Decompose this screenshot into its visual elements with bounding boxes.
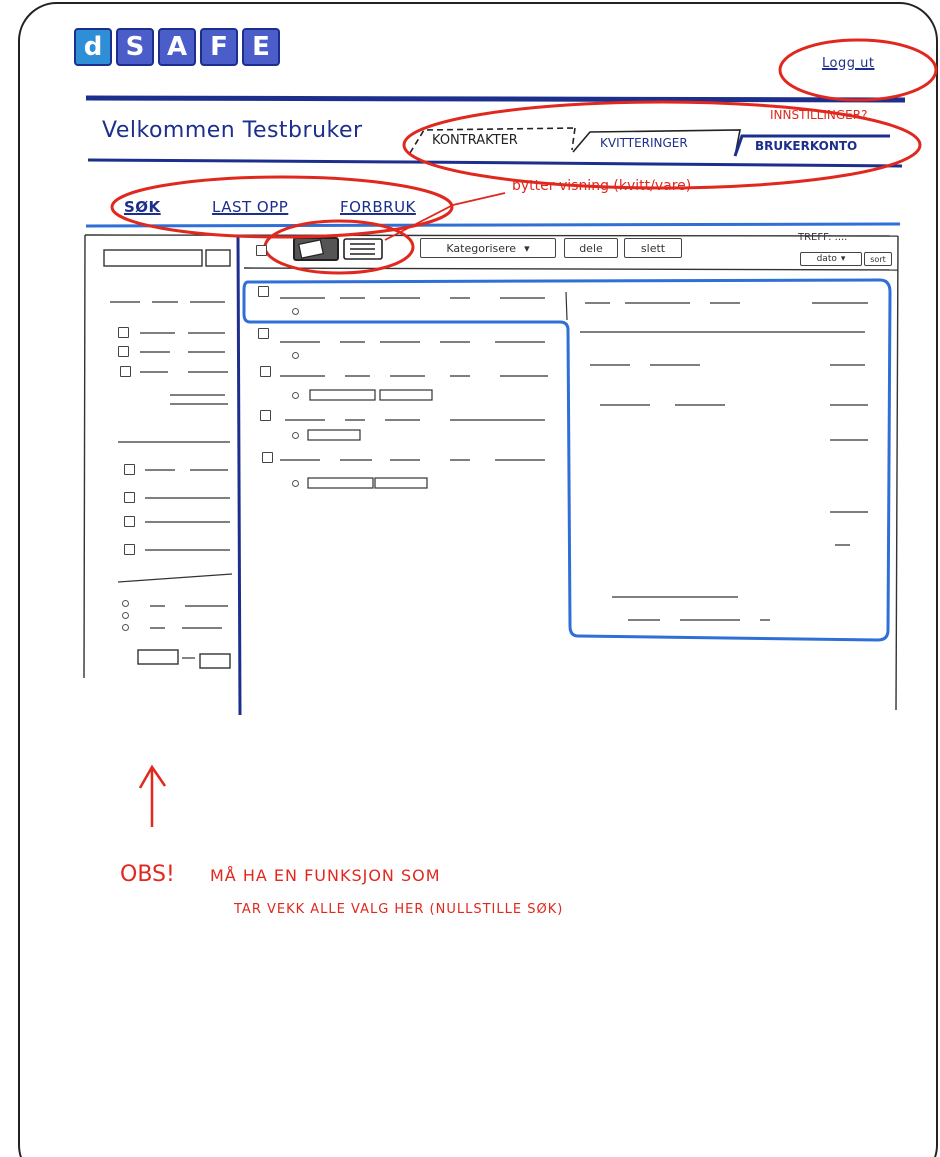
filter-checkbox[interactable] bbox=[118, 346, 129, 357]
logo-letter: S bbox=[116, 28, 154, 66]
filter-checkbox[interactable] bbox=[124, 464, 135, 475]
obs-line-2: TAR VEKK ALLE VALG HER (NULLSTILLE SØK) bbox=[234, 902, 564, 917]
sort-button[interactable]: sort bbox=[864, 252, 892, 266]
delete-button[interactable]: slett bbox=[624, 238, 682, 258]
hits-count: TREFF: .... bbox=[798, 232, 848, 243]
logo-letter: E bbox=[242, 28, 280, 66]
filter-checkbox[interactable] bbox=[124, 516, 135, 527]
filter-checkbox[interactable] bbox=[124, 492, 135, 503]
tab-kvitteringer[interactable]: KVITTERINGER bbox=[600, 136, 688, 150]
logo-letter: F bbox=[200, 28, 238, 66]
filter-radio[interactable] bbox=[122, 612, 129, 619]
filter-checkbox[interactable] bbox=[120, 366, 131, 377]
logo-letter: A bbox=[158, 28, 196, 66]
date-sort-label: dato bbox=[816, 254, 837, 264]
sketch-sheet: d S A F E Logg ut Velkommen Testbruker I… bbox=[0, 0, 940, 1157]
dsafe-logo: d S A F E bbox=[74, 28, 280, 66]
obs-line-1: MÅ HA EN FUNKSJON SOM bbox=[210, 866, 441, 885]
row-checkbox[interactable] bbox=[258, 328, 269, 339]
row-checkbox[interactable] bbox=[260, 366, 271, 377]
logout-link[interactable]: Logg ut bbox=[822, 56, 874, 71]
row-checkbox[interactable] bbox=[262, 452, 273, 463]
filter-checkbox[interactable] bbox=[124, 544, 135, 555]
sketch-lines bbox=[18, 2, 938, 1157]
share-button[interactable]: dele bbox=[564, 238, 618, 258]
row-radio[interactable] bbox=[292, 352, 299, 359]
select-all-checkbox[interactable] bbox=[256, 245, 267, 256]
chevron-down-icon: ▾ bbox=[840, 254, 846, 264]
row-radio[interactable] bbox=[292, 432, 299, 439]
row-radio[interactable] bbox=[292, 308, 299, 315]
row-checkbox[interactable] bbox=[258, 286, 269, 297]
chevron-down-icon: ▾ bbox=[524, 241, 530, 255]
welcome-text: Velkommen Testbruker bbox=[102, 118, 363, 143]
categorize-dropdown[interactable]: Kategorisere ▾ bbox=[420, 238, 556, 258]
logo-letter: d bbox=[74, 28, 112, 66]
subnav-last-opp[interactable]: LAST OPP bbox=[212, 198, 288, 216]
view-toggle-annotation: bytter visning (kvitt/vare) bbox=[512, 178, 692, 194]
tab-brukerkonto[interactable]: BRUKERKONTO bbox=[755, 139, 857, 153]
obs-title: OBS! bbox=[120, 862, 175, 887]
filter-radio[interactable] bbox=[122, 624, 129, 631]
filter-radio[interactable] bbox=[122, 600, 129, 607]
row-radio[interactable] bbox=[292, 392, 299, 399]
tab-kontrakter[interactable]: KONTRAKTER bbox=[432, 133, 518, 148]
row-checkbox[interactable] bbox=[260, 410, 271, 421]
subnav-forbruk[interactable]: FORBRUK bbox=[340, 198, 416, 216]
filter-checkbox[interactable] bbox=[118, 327, 129, 338]
settings-annotation: INNSTILLINGER? bbox=[770, 108, 868, 122]
subnav-sok[interactable]: SØK bbox=[124, 198, 161, 216]
date-sort-dropdown[interactable]: dato ▾ bbox=[800, 252, 862, 266]
categorize-label: Kategorisere bbox=[446, 241, 517, 255]
row-radio[interactable] bbox=[292, 480, 299, 487]
